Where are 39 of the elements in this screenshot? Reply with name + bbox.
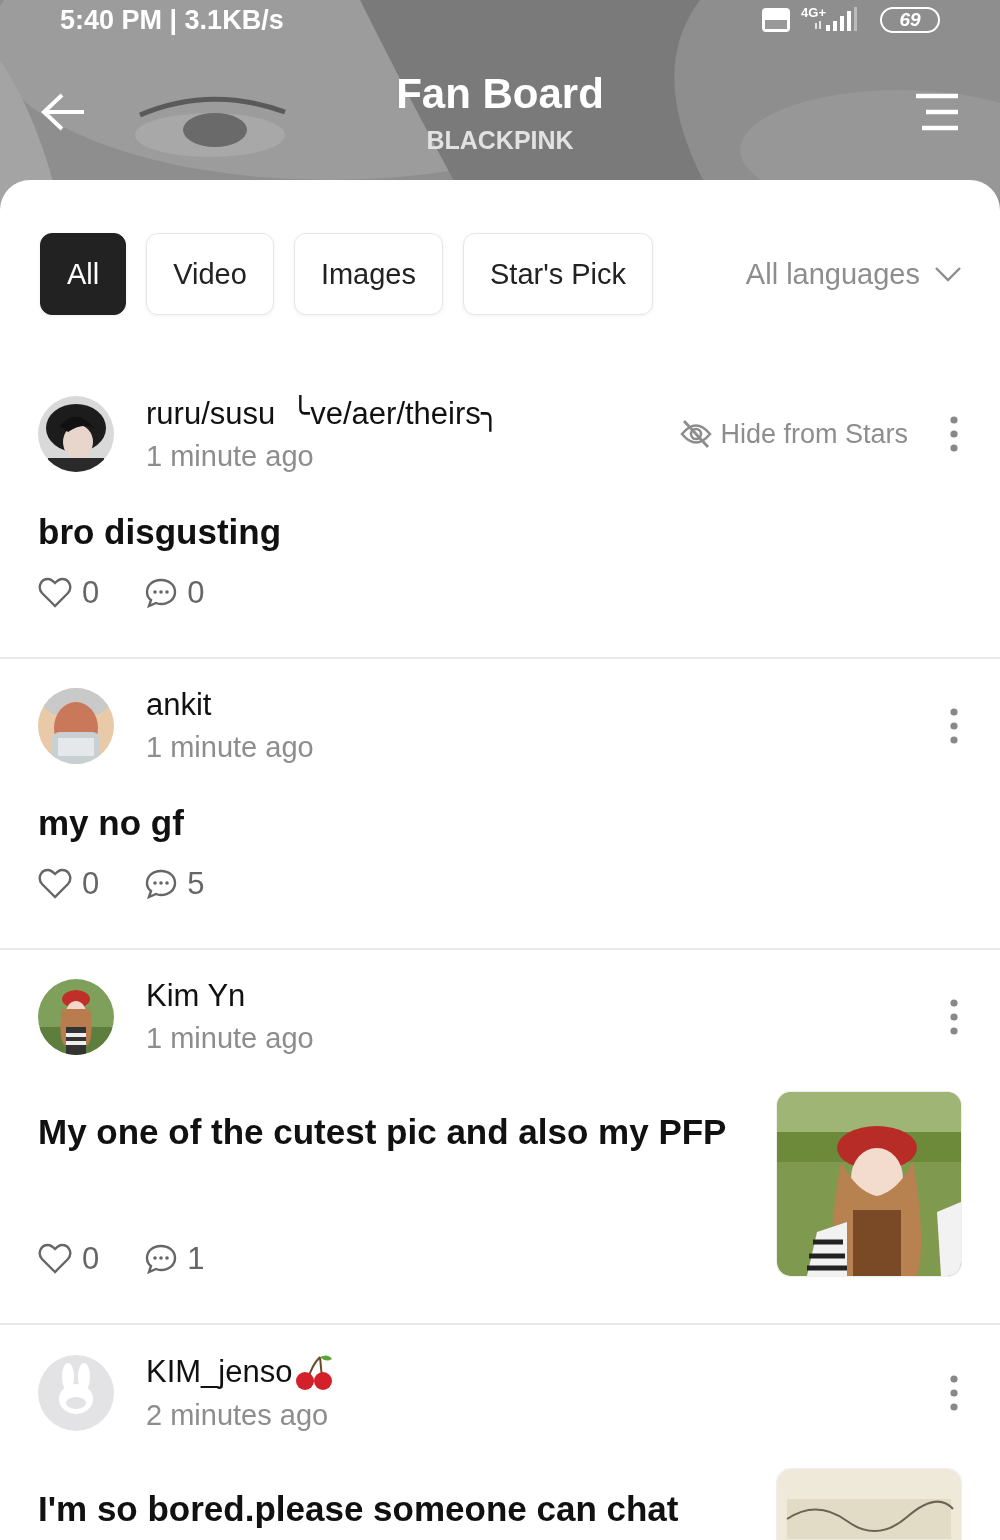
author-name: ankit — [146, 687, 212, 723]
comment-count: 0 — [187, 575, 205, 611]
hidden-eye-icon — [680, 419, 713, 449]
post-text: I'm so bored.please someone can chat — [38, 1488, 680, 1530]
back-button[interactable] — [40, 92, 86, 132]
author-name: ruru/susu — [146, 395, 276, 432]
author-name: Kim Yn — [146, 978, 246, 1014]
comment-count: 1 — [187, 1241, 205, 1277]
post-time: 1 minute ago — [146, 1022, 315, 1055]
post-text: my no gf — [38, 802, 185, 844]
filter-tab[interactable]: Star's Pick — [463, 233, 654, 315]
page-title: Fan Board — [396, 69, 604, 118]
post-text: bro disgusting — [38, 511, 283, 553]
filter-tab[interactable]: All — [40, 233, 127, 315]
post-time: 2 minutes ago — [146, 1399, 330, 1432]
heart-icon — [38, 577, 72, 609]
page-subtitle: BLACKPINK — [426, 125, 574, 155]
comment-icon — [145, 869, 178, 899]
chevron-down-icon — [934, 266, 962, 282]
status-time: 5:40 PM | 3.1KB/s — [60, 4, 284, 36]
comment-icon — [145, 578, 178, 608]
post-time: 1 minute ago — [146, 731, 315, 764]
menu-button[interactable] — [914, 93, 960, 131]
comment-count: 5 — [187, 866, 205, 902]
filter-tab[interactable]: Images — [293, 233, 443, 315]
post-text: My one of the cutest pic and also my PFP — [38, 1111, 728, 1153]
like-count: 0 — [82, 1241, 100, 1277]
heart-icon — [38, 1243, 72, 1275]
author-name: KIM_jenso — [146, 1354, 293, 1390]
like-count: 0 — [82, 866, 100, 902]
filter-tab[interactable]: Video — [146, 233, 274, 315]
network-type: 4G+ — [801, 4, 826, 20]
volte-icon — [761, 7, 792, 33]
battery-level: 69 — [880, 7, 940, 33]
post-time: 1 minute ago — [146, 440, 315, 473]
comment-icon — [145, 1244, 178, 1274]
like-count: 0 — [82, 575, 100, 611]
heart-icon — [38, 868, 72, 900]
pronouns: ╰ve/aer/theirs╮ — [291, 395, 500, 432]
